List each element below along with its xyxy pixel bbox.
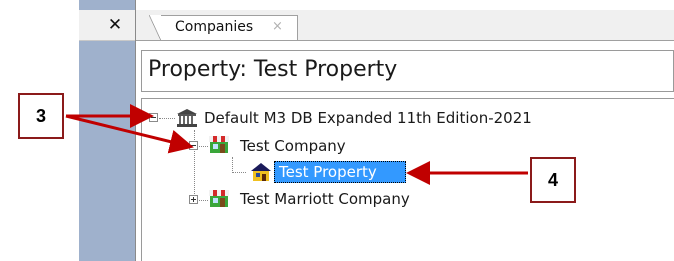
arrow-to-test-company — [65, 114, 194, 154]
callout-arrows — [65, 104, 528, 185]
